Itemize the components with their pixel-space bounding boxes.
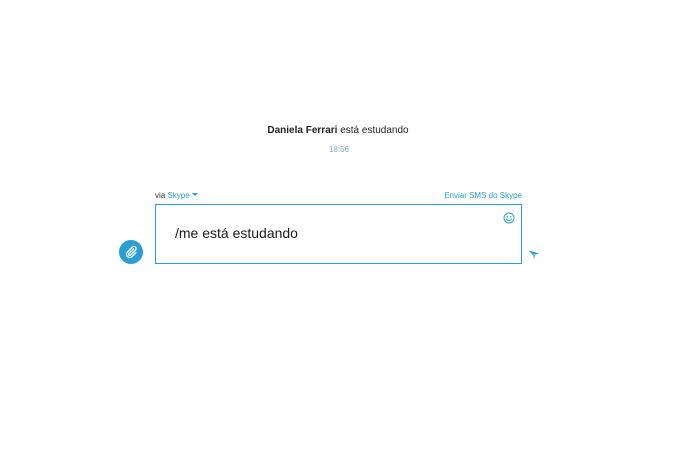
paperclip-icon [125,245,137,259]
chat-window: Daniela Ferrari está estudando 18:56 via… [0,0,695,460]
status-message: Daniela Ferrari está estudando [0,125,676,136]
status-text: está estudando [337,125,409,136]
attach-file-button[interactable] [119,240,143,264]
smiley-icon [503,212,515,224]
caret-down-icon [191,193,198,197]
via-service-dropdown[interactable]: Skype [167,191,198,200]
contact-name: Daniela Ferrari [267,125,338,136]
send-button[interactable] [528,247,540,260]
send-via-selector: via Skype [155,191,198,200]
message-timestamp: 18:56 [328,145,350,154]
message-input[interactable]: /me está estudando [175,225,298,241]
message-compose-box[interactable]: /me está estudando [155,204,522,264]
send-sms-link[interactable]: Enviar SMS do Skype [420,191,522,200]
via-service-label: Skype [167,191,190,200]
via-label: via [155,191,168,200]
send-arrow-icon [528,250,540,260]
emoji-button[interactable] [503,211,515,224]
